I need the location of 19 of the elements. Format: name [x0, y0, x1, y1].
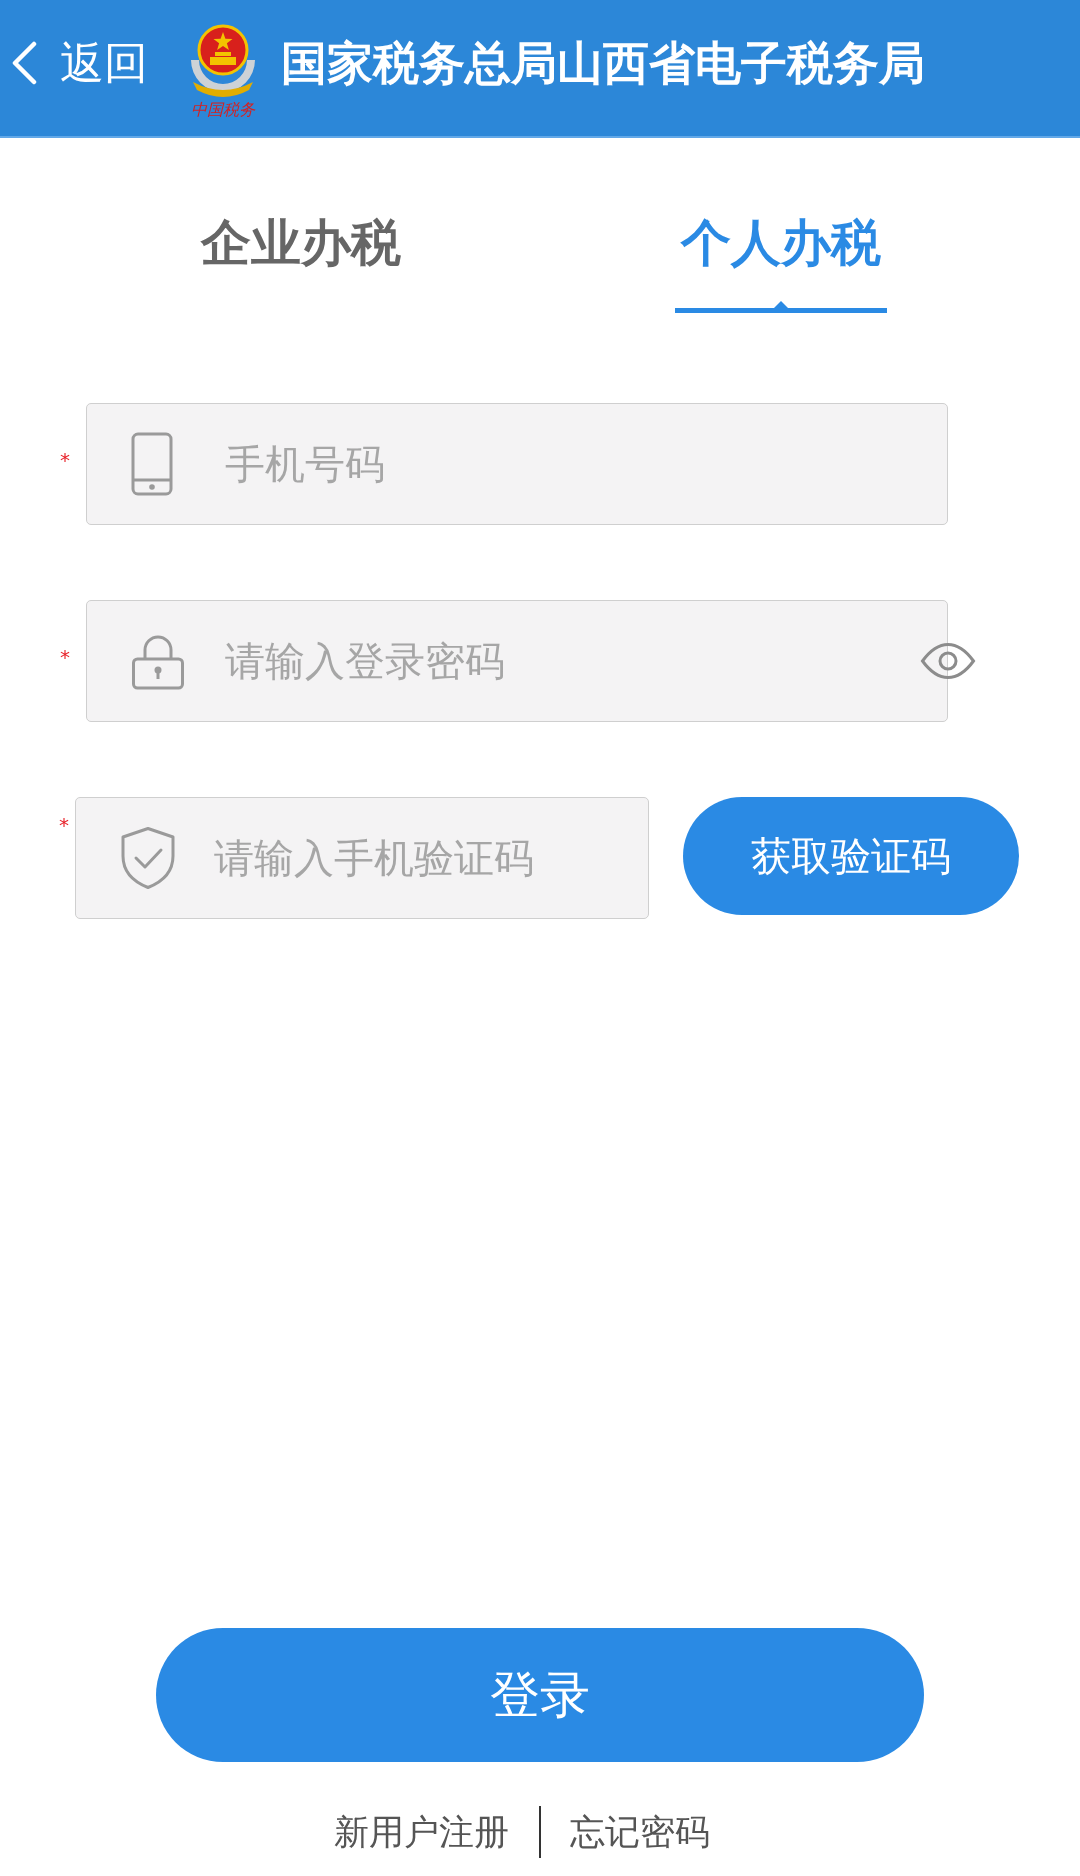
tab[interactable]: 企业办税 [195, 210, 407, 313]
get-code-button[interactable]: 获取验证码 [683, 797, 1019, 915]
code-input-field[interactable]: 请输入手机验证码 [75, 797, 649, 919]
required-mark: * [60, 647, 71, 667]
page-title: 国家税务总局山西省电子税务局 [281, 40, 925, 86]
back-button[interactable]: 返回 [10, 41, 148, 85]
password-input-field[interactable]: 请输入登录密码 [86, 600, 948, 722]
required-mark: * [60, 450, 71, 470]
eye-icon[interactable] [920, 642, 976, 680]
tab[interactable]: 个人办税 [675, 210, 887, 313]
register-link[interactable]: 新用户注册 [334, 1811, 509, 1853]
chevron-left-icon [10, 41, 38, 85]
logo-caption: 中国税务 [191, 102, 255, 118]
phone-input-field[interactable]: 手机号码 [86, 403, 948, 525]
shield-check-icon [120, 826, 176, 890]
phone-icon [131, 432, 173, 496]
forgot-password-link[interactable]: 忘记密码 [570, 1811, 710, 1853]
required-mark: * [59, 815, 70, 835]
login-button[interactable]: 登录 [156, 1628, 924, 1762]
